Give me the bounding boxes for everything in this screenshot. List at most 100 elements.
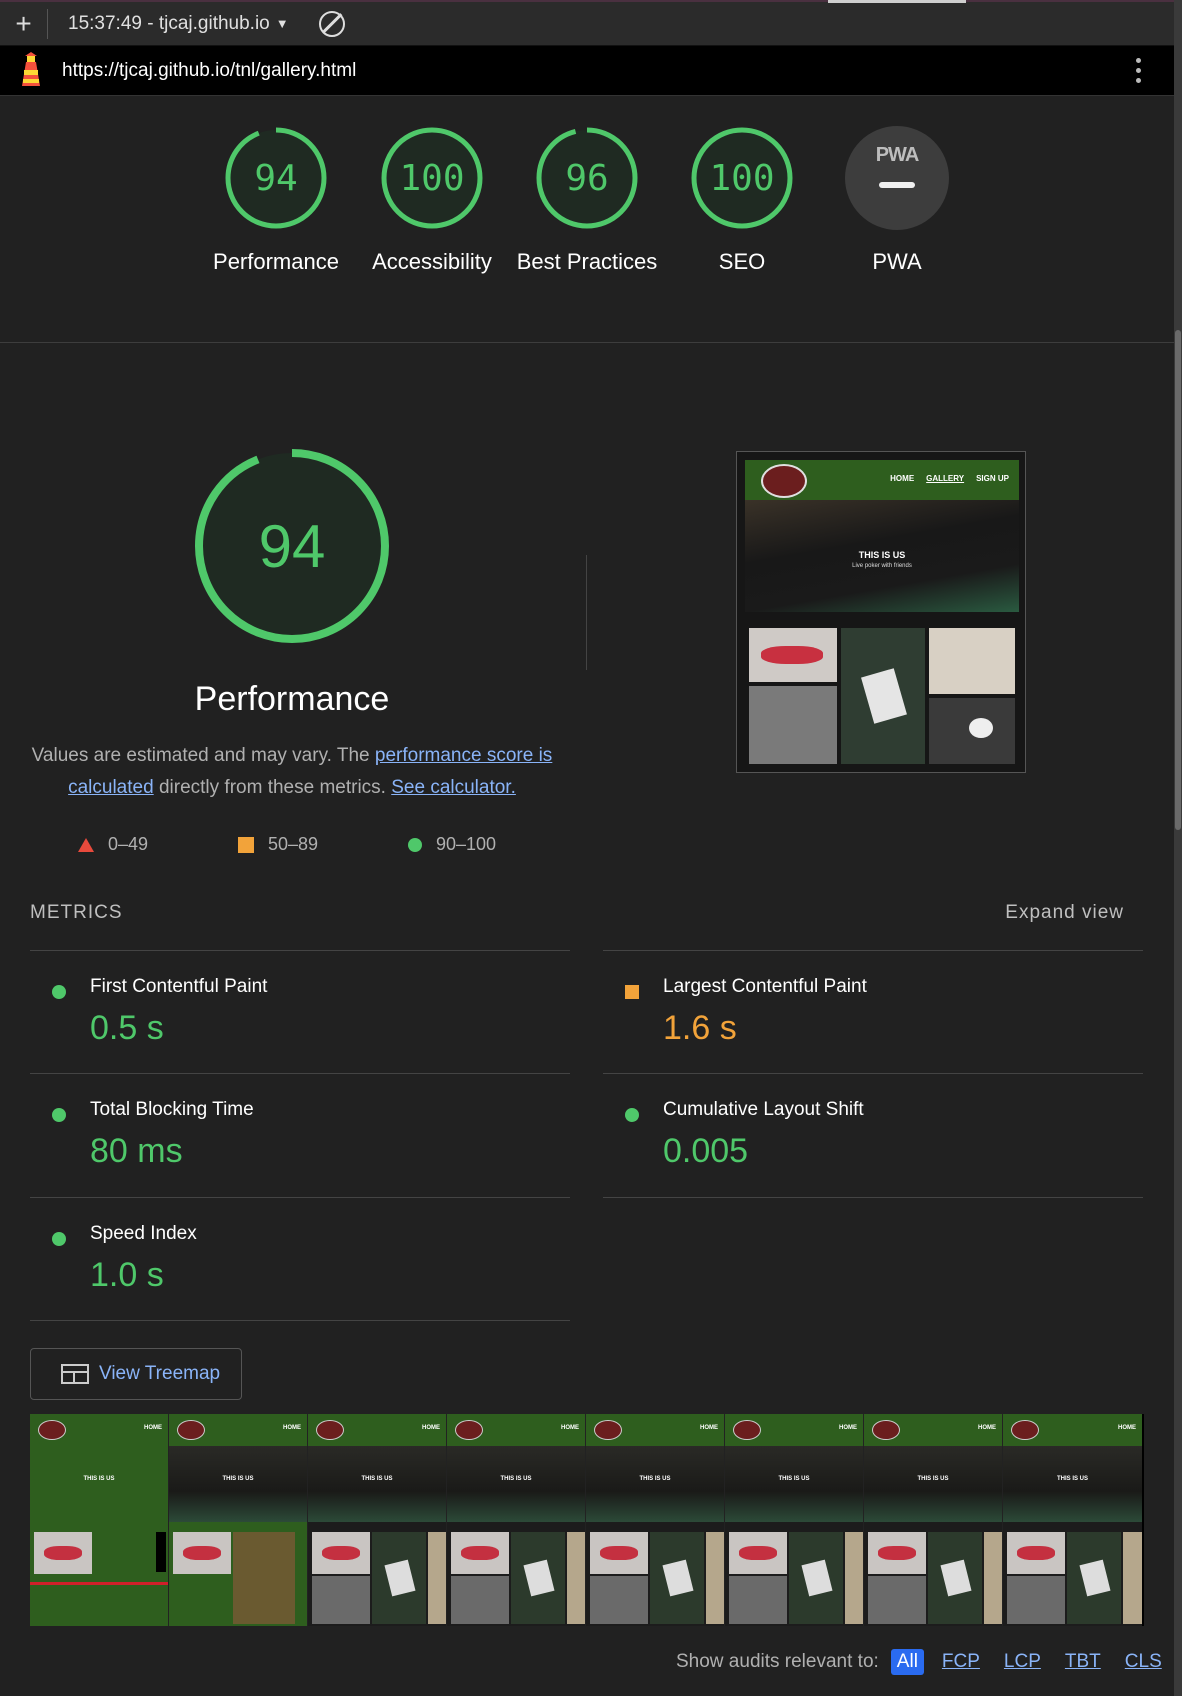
clear-icon[interactable] [318,10,345,37]
divider [586,555,587,670]
frame-hero-title: THIS IS US [500,1476,532,1482]
legend-pass: 90–100 [408,834,496,855]
divider [603,1197,1143,1199]
legend-fail-label: 0–49 [108,834,149,854]
site-nav: HOME GALLERY SIGN UP [890,474,1009,483]
frame-hero-title: THIS IS US [222,1476,254,1482]
expand-view-toggle[interactable]: Expand view [1005,902,1124,924]
frame-nav: HOME [144,1425,162,1431]
legend-average: 50–89 [238,834,318,855]
metric-si: Speed Index 1.0 s [30,1197,570,1321]
gallery-image [841,628,925,764]
metric-value: 80 ms [90,1132,183,1170]
frame-nav: HOME [978,1425,996,1431]
nav-home: HOME [890,474,915,483]
view-treemap-label: View Treemap [99,1363,221,1384]
metric-label: Largest Contentful Paint [663,976,867,997]
more-options-icon[interactable] [1136,58,1142,83]
nav-signup: SIGN UP [976,474,1009,483]
metric-value: 1.6 s [663,1009,737,1047]
gauge-score: 100 [709,157,775,199]
gauge-score: 100 [399,157,465,199]
pass-circle-icon [52,1108,66,1122]
divider [30,1320,570,1322]
metrics-title: METRICS [30,902,123,923]
metrics-header: METRICS Expand view [30,902,1144,930]
pwa-dash-icon [879,182,915,188]
filmstrip-frame: HOME THIS IS US [447,1414,586,1626]
metric-value: 0.005 [663,1132,749,1170]
metric-label: Cumulative Layout Shift [663,1099,864,1120]
filter-fcp[interactable]: FCP [936,1649,986,1675]
treemap-icon [61,1364,89,1384]
gauge-label: Best Practices [516,249,658,274]
pass-circle-icon [52,1232,66,1246]
frame-nav: HOME [700,1425,718,1431]
filmstrip-frame: HOME THIS IS US [725,1414,864,1626]
audit-filter-label: Show audits relevant to: [676,1651,879,1672]
metric-tbt: Total Blocking Time 80 ms [30,1073,570,1197]
gauge-performance[interactable]: 94 Performance [201,126,351,278]
frame-hero-title: THIS IS US [83,1476,115,1482]
frame-hero-title: THIS IS US [917,1476,949,1482]
fail-triangle-icon [78,837,94,852]
filter-cls[interactable]: CLS [1119,1649,1168,1675]
view-treemap-button[interactable]: View Treemap [30,1348,242,1400]
report-url-bar: https://tjcaj.github.io/tnl/gallery.html [0,46,1174,96]
report-select-label: 15:37:49 - tjcaj.github.io [68,12,270,34]
legend-fail: 0–49 [78,834,148,855]
frame-hero-title: THIS IS US [639,1476,671,1482]
gauge-label: SEO [718,249,766,274]
category-gauges: 94 Performance 100 Accessibility 96 Best… [0,96,1174,343]
desc-text: Values are estimated and may vary. The [31,745,375,766]
performance-gauge-large: 94 [192,446,392,646]
active-tab-indicator [828,0,966,3]
gauge-label: PWA [872,249,922,274]
average-square-icon [625,985,639,999]
site-header: HOME GALLERY SIGN UP [745,460,1019,500]
filter-all[interactable]: All [890,1649,924,1675]
gauge-score: 96 [565,157,609,199]
frame-hero-title: THIS IS US [361,1476,393,1482]
gauge-pwa[interactable]: PWA PWA [822,126,972,278]
gauge-best-practices[interactable]: 96 Best Practices [512,126,662,278]
chevron-down-icon: ▼ [275,16,289,31]
page-url: https://tjcaj.github.io/tnl/gallery.html [62,59,357,81]
pass-circle-icon [408,837,422,852]
gauge-label: Accessibility [372,249,492,274]
lighthouse-icon [18,51,44,90]
filmstrip-frame: HOME THIS IS US [308,1414,447,1626]
filmstrip: HOME THIS IS US HOME THIS IS US HOME THI… [30,1414,1144,1626]
report-select-dropdown[interactable]: 15:37:49 - tjcaj.github.io ▼ [68,13,289,35]
metric-fcp: First Contentful Paint 0.5 s [30,950,570,1074]
gauge-seo[interactable]: 100 SEO [667,126,817,278]
legend-average-label: 50–89 [268,834,319,854]
pwa-badge: PWA [845,126,949,230]
gallery-image [749,686,837,764]
performance-score: 94 [258,512,326,580]
filmstrip-frame: HOME THIS IS US [586,1414,725,1626]
metric-label: First Contentful Paint [90,976,268,997]
metric-label: Speed Index [90,1223,197,1244]
filter-lcp[interactable]: LCP [998,1649,1047,1675]
frame-hero-title: THIS IS US [778,1476,810,1482]
hero-subtitle: Live poker with friends [852,563,912,569]
performance-description: Values are estimated and may vary. The p… [30,740,554,804]
frame-nav: HOME [561,1425,579,1431]
see-calculator-link[interactable]: See calculator. [391,777,516,798]
gauge-label: Performance [213,249,339,274]
new-report-button[interactable]: + [0,8,48,39]
desc-text: directly from these metrics. [153,777,392,798]
metric-label: Total Blocking Time [90,1099,254,1120]
frame-nav: HOME [839,1425,857,1431]
scrollbar[interactable] [1174,0,1182,1696]
hero-title: THIS IS US [858,550,906,560]
metric-value: 0.5 s [90,1009,164,1047]
gauge-accessibility[interactable]: 100 Accessibility [357,126,507,278]
scrollbar-thumb[interactable] [1175,330,1181,830]
filmstrip-frame: HOME THIS IS US [30,1414,169,1626]
final-screenshot[interactable]: HOME GALLERY SIGN UP THIS IS US Live pok… [736,451,1026,773]
filter-tbt[interactable]: TBT [1059,1649,1107,1675]
filmstrip-frame: HOME THIS IS US [864,1414,1003,1626]
frame-nav: HOME [283,1425,301,1431]
